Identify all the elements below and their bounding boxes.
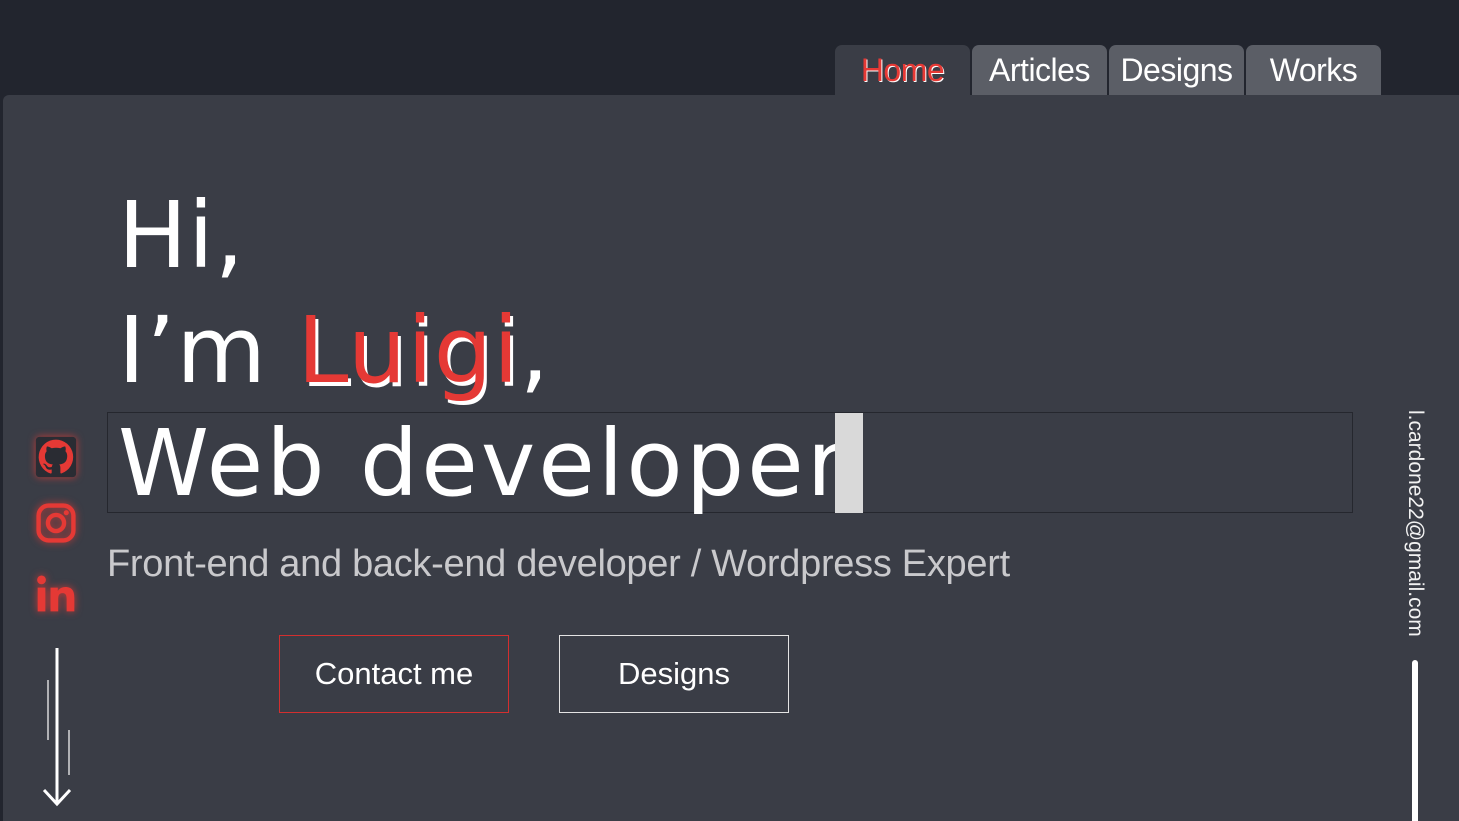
instagram-icon	[36, 503, 76, 543]
tab-home[interactable]: Home	[835, 45, 970, 95]
typewriter-cursor	[835, 413, 863, 513]
hero-greeting: Hi,	[118, 182, 245, 289]
hero-role: Web developer	[118, 410, 848, 517]
github-link[interactable]	[34, 435, 78, 479]
scroll-down-arrow-icon[interactable]	[38, 645, 78, 810]
linkedin-icon	[37, 575, 75, 612]
linkedin-link[interactable]	[34, 572, 78, 616]
contact-me-button[interactable]: Contact me	[279, 635, 509, 713]
page: Home Articles Designs Works Hi, I’m Luig…	[0, 0, 1459, 821]
designs-button[interactable]: Designs	[559, 635, 789, 713]
tab-designs[interactable]: Designs	[1109, 45, 1244, 95]
hero-intro-prefix: I’m	[118, 297, 298, 404]
email-divider-line	[1412, 660, 1418, 821]
top-nav: Home Articles Designs Works	[835, 45, 1381, 95]
instagram-link[interactable]	[34, 501, 78, 545]
hero-subtitle: Front-end and back-end developer / Wordp…	[107, 543, 1010, 585]
hero-intro: I’m Luigi,	[118, 305, 550, 397]
hero-intro-suffix: ,	[519, 297, 550, 404]
github-icon	[35, 436, 77, 478]
tab-articles[interactable]: Articles	[972, 45, 1107, 95]
tab-works[interactable]: Works	[1246, 45, 1381, 95]
email-link[interactable]: l.cardone22@gmail.com	[1403, 410, 1427, 637]
hero-name: Luigi	[297, 297, 520, 404]
